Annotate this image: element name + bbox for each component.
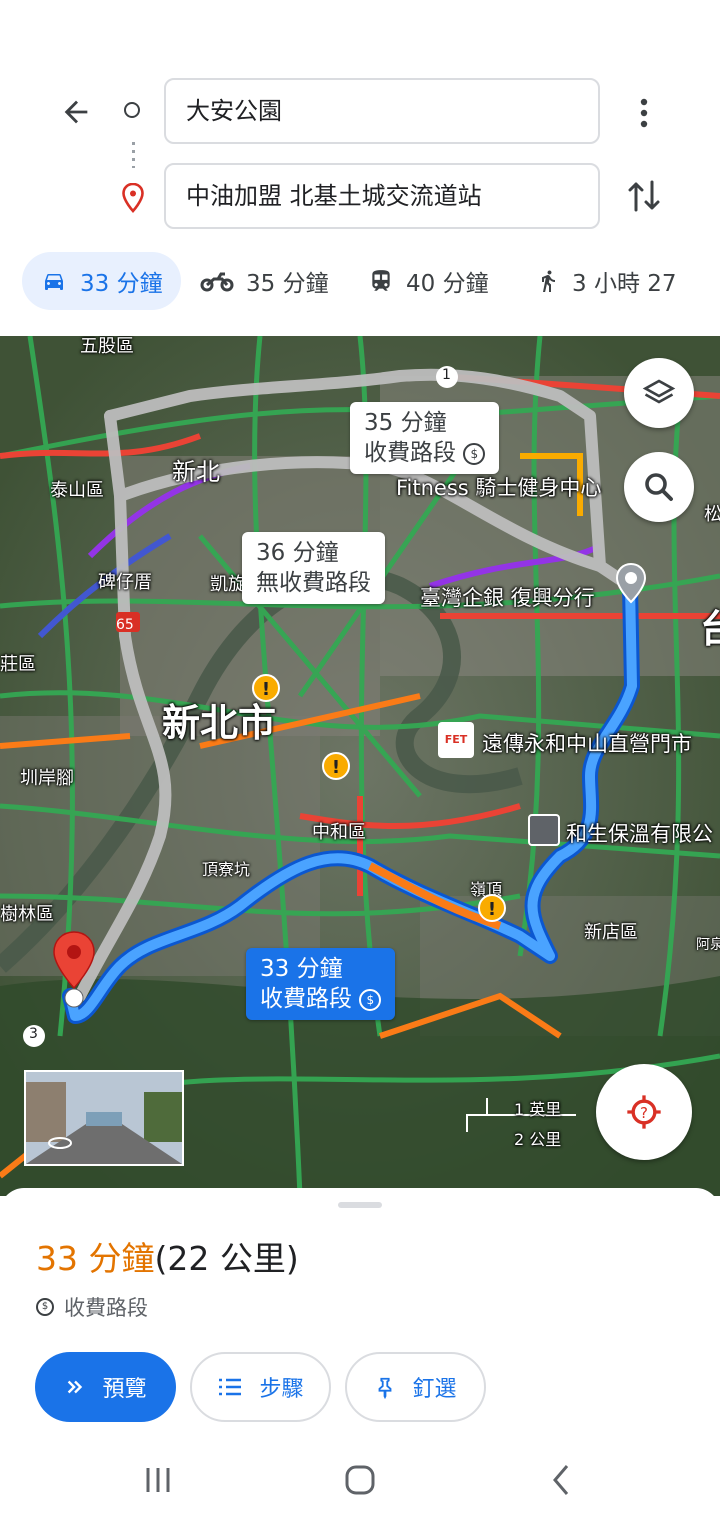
svg-text:?: ? bbox=[640, 1104, 648, 1122]
list-icon bbox=[219, 1378, 242, 1396]
layers-button[interactable] bbox=[624, 358, 694, 428]
toll-icon: $ bbox=[36, 1298, 54, 1316]
pin-label: 釘選 bbox=[412, 1377, 457, 1402]
route-1-shield-label: 1 bbox=[442, 367, 451, 383]
double-chevron-icon bbox=[68, 1380, 83, 1394]
mode-walking-label: 3 小時 27 bbox=[572, 271, 677, 297]
mode-motorcycle-label: 35 分鐘 bbox=[246, 271, 329, 297]
label-song: 松 bbox=[704, 504, 720, 525]
mode-driving-tab[interactable]: 33 分鐘 bbox=[22, 252, 181, 310]
travel-mode-tabs: 33 分鐘 35 分鐘 40 分鐘 3 小時 27 bbox=[0, 252, 720, 312]
my-location-button[interactable]: ? bbox=[596, 1064, 692, 1160]
search-along-route-button[interactable] bbox=[624, 452, 694, 522]
origin-marker-icon bbox=[615, 562, 647, 604]
toll-icon: $ bbox=[463, 442, 486, 465]
scale-miles: 1 英里 bbox=[514, 1100, 562, 1119]
label-afan: 阿泉 bbox=[696, 937, 720, 953]
incident-warning-icon[interactable]: ! bbox=[322, 752, 350, 780]
business-marker-icon[interactable] bbox=[528, 814, 560, 846]
back-button[interactable] bbox=[54, 92, 98, 132]
sheet-drag-handle[interactable] bbox=[338, 1202, 382, 1208]
my-location-icon: ? bbox=[627, 1095, 661, 1129]
label-hesheng: 和生保溫有限公 bbox=[566, 822, 713, 846]
rotate-360-icon bbox=[48, 1137, 72, 1149]
route-65-shield-label: 65 bbox=[116, 617, 134, 633]
label-tai: 台 bbox=[700, 607, 720, 651]
label-xinbei: 新北 bbox=[172, 458, 220, 486]
walk-icon bbox=[542, 270, 555, 292]
eta-distance: (22 公里) bbox=[154, 1239, 299, 1278]
label-zhonghe: 中和區 bbox=[312, 822, 366, 843]
home-icon[interactable] bbox=[340, 1460, 380, 1500]
map-view[interactable]: 65 1 3 五股區 新北 泰山區 Fitness 騎士健身中心 碑仔厝 凱旋 … bbox=[0, 336, 720, 1196]
eta-summary: 33 分鐘(22 公里) bbox=[36, 1232, 299, 1280]
street-view-thumbnail[interactable] bbox=[24, 1070, 184, 1166]
label-tbank: 臺灣企銀 復興分行 bbox=[420, 586, 595, 610]
preview-button[interactable]: 預覽 bbox=[35, 1352, 176, 1422]
pin-icon bbox=[379, 1377, 392, 1399]
toll-icon: $ bbox=[359, 988, 382, 1011]
alt-route-1-note: 收費路段 bbox=[364, 440, 456, 466]
toll-note: 收費路段 bbox=[64, 1296, 148, 1320]
mode-transit-tab[interactable]: 40 分鐘 bbox=[368, 252, 489, 310]
label-shulin: 樹林區 bbox=[0, 904, 54, 925]
destination-pin-icon bbox=[122, 183, 144, 213]
alt-route-1-callout[interactable]: 35 分鐘 收費路段 $ bbox=[350, 402, 500, 474]
more-options-icon[interactable] bbox=[630, 94, 658, 132]
incident-warning-icon[interactable]: ! bbox=[478, 894, 506, 922]
car-icon bbox=[45, 274, 63, 290]
route-dots bbox=[132, 142, 135, 168]
destination-marker-icon bbox=[53, 931, 95, 1008]
back-nav-icon[interactable] bbox=[542, 1460, 582, 1500]
destination-input[interactable]: 中油加盟 北基土城交流道站 bbox=[164, 163, 600, 229]
route-3-shield-label: 3 bbox=[29, 1026, 38, 1042]
toll-row: $ 收費路段 bbox=[36, 1292, 148, 1322]
label-xindian: 新店區 bbox=[584, 922, 638, 943]
incident-warning-icon[interactable]: ! bbox=[252, 674, 280, 702]
label-fitness: Fitness 騎士健身中心 bbox=[396, 476, 602, 500]
layers-icon bbox=[642, 379, 676, 404]
mode-driving-label: 33 分鐘 bbox=[80, 271, 163, 297]
label-dingliao: 頂寮坑 bbox=[202, 860, 251, 879]
steps-label: 步驟 bbox=[259, 1377, 304, 1402]
origin-input[interactable]: 大安公園 bbox=[164, 78, 600, 144]
search-icon bbox=[645, 473, 673, 501]
origin-dot-icon bbox=[124, 102, 140, 118]
recent-apps-icon[interactable] bbox=[138, 1460, 178, 1500]
alt-route-2-time: 36 分鐘 bbox=[256, 540, 339, 566]
label-fet-store: 遠傳永和中山直營門市 bbox=[482, 732, 692, 756]
transit-icon bbox=[372, 270, 390, 291]
eta-time: 33 分鐘 bbox=[36, 1239, 155, 1278]
steps-button[interactable]: 步驟 bbox=[190, 1352, 331, 1422]
label-kaixuan: 凱旋 bbox=[210, 574, 246, 595]
mode-transit-label: 40 分鐘 bbox=[406, 271, 489, 297]
fet-logo: FET bbox=[438, 722, 474, 758]
alt-route-1-time: 35 分鐘 bbox=[364, 410, 447, 436]
label-taishan: 泰山區 bbox=[50, 480, 104, 501]
motorcycle-icon bbox=[200, 272, 234, 292]
pin-button[interactable]: 釘選 bbox=[345, 1352, 486, 1422]
label-wugu: 五股區 bbox=[80, 336, 134, 357]
main-route-callout[interactable]: 33 分鐘 收費路段 $ bbox=[246, 948, 396, 1020]
main-route-time: 33 分鐘 bbox=[260, 956, 343, 982]
label-zhuang: 莊區 bbox=[0, 654, 36, 675]
label-tianlan: 圳岸腳 bbox=[20, 768, 74, 789]
scale-km: 2 公里 bbox=[514, 1130, 562, 1149]
swap-icon[interactable] bbox=[624, 176, 664, 216]
alt-route-2-note: 無收費路段 bbox=[256, 570, 371, 596]
system-nav-bar bbox=[0, 1440, 720, 1520]
main-route-note: 收費路段 bbox=[260, 986, 352, 1012]
map-scale: 1 英里 2 公里 bbox=[466, 1092, 576, 1152]
mode-walking-tab[interactable]: 3 小時 27 bbox=[536, 252, 677, 310]
label-bizaitou: 碑仔厝 bbox=[98, 572, 152, 593]
mode-motorcycle-tab[interactable]: 35 分鐘 bbox=[200, 252, 329, 310]
arrow-back-icon bbox=[64, 100, 88, 124]
alt-route-2-callout[interactable]: 36 分鐘 無收費路段 bbox=[242, 532, 385, 604]
preview-label: 預覽 bbox=[102, 1377, 147, 1402]
